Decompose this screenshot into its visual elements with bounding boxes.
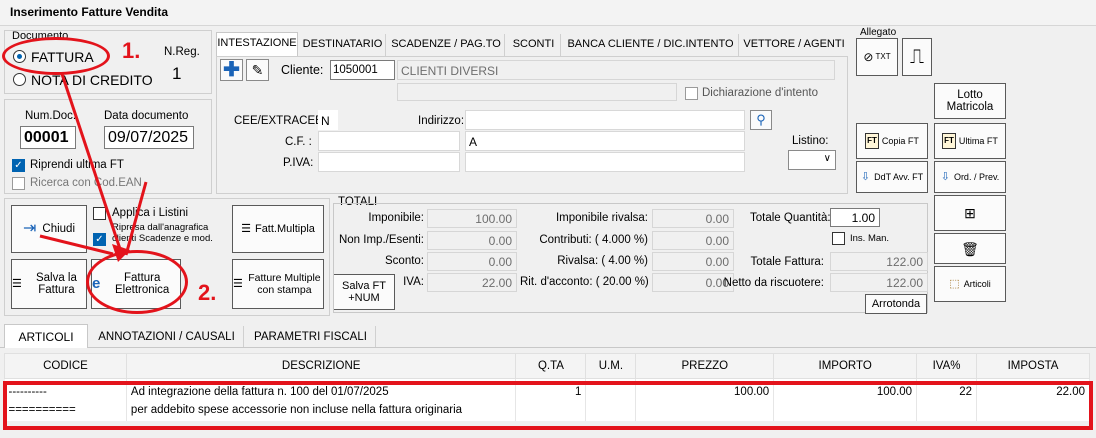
annotation-arrow-line [60,73,124,256]
annotation-arrow-line [124,181,148,256]
annotation-arrows [39,73,148,262]
annotation-arrow-line [39,234,114,256]
